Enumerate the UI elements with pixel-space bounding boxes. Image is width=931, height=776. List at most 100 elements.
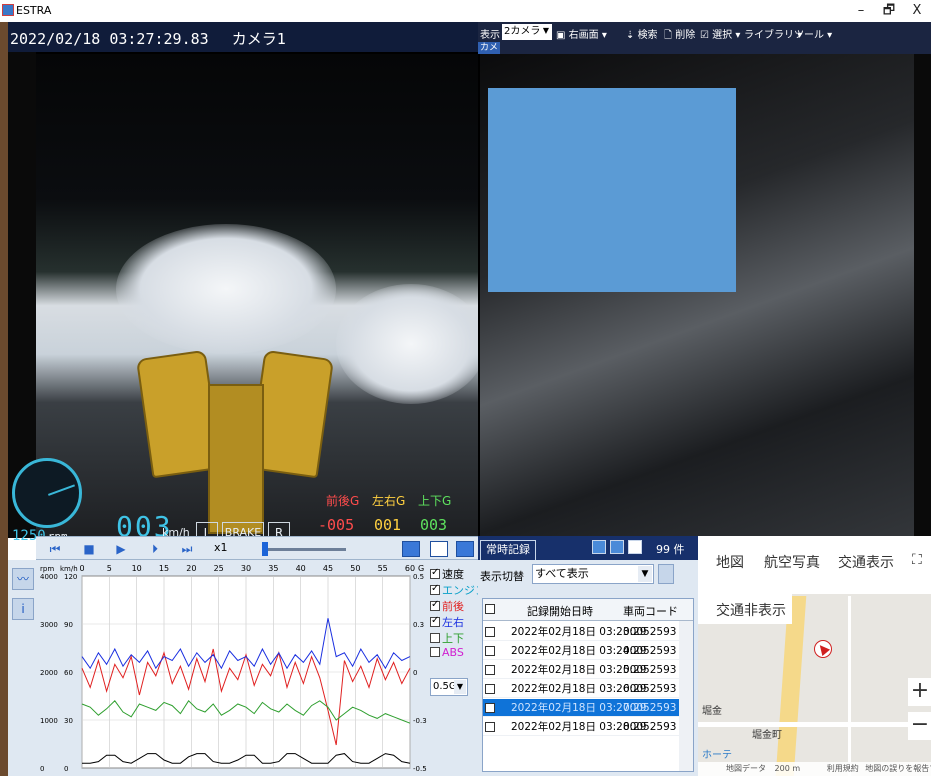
map-tabs: 地図 航空写真 交通表示 ⛶	[698, 536, 931, 594]
x-tick-label: 15	[159, 564, 169, 573]
legend-checkbox[interactable]	[430, 633, 440, 643]
legend-checkbox[interactable]	[430, 647, 440, 657]
camera-select[interactable]: 2カメラ ▼	[502, 24, 552, 40]
scrollbar[interactable]	[679, 621, 693, 771]
privacy-mask	[488, 88, 736, 292]
app-icon	[2, 4, 14, 16]
playback-speed[interactable]: x1	[214, 541, 228, 554]
play-icon[interactable]: ▶	[112, 541, 130, 557]
detail-view-icon[interactable]	[610, 540, 624, 554]
sensor-chart[interactable]: 0 5 10 15 20 25 30 35 40 45 50 55 60 Grpm km/h 4000 120 0…	[38, 560, 428, 776]
report-link[interactable]: 地図の誤りを報告する	[865, 764, 931, 773]
kmh-tick-label: 120	[64, 573, 77, 581]
maximize-button[interactable]: 🗗	[878, 2, 900, 20]
camera2-panel[interactable]: 表示 2カメラ ▼ ▣ 右画面 ▾ ⇣ 検索 🗋 削除 ☑ 選択 ▾ ライブラリ …	[478, 22, 931, 536]
toolbar: 表示 2カメラ ▼ ▣ 右画面 ▾ ⇣ 検索 🗋 削除 ☑ 選択 ▾ ライブラリ …	[478, 22, 931, 65]
close-button[interactable]: X	[906, 2, 928, 20]
log-row[interactable]: 2022年02月18日 03:27:29 00052593	[483, 699, 681, 717]
legend-label: 速度	[442, 568, 464, 581]
terms-link[interactable]: 利用規約	[827, 764, 859, 773]
zoom-out-button[interactable]: −	[908, 712, 931, 740]
log-row[interactable]: 2022年02月18日 03:26:29 00052593	[483, 680, 681, 698]
seek-handle[interactable]	[262, 542, 268, 556]
fullscreen-icon[interactable]: ⛶	[912, 552, 922, 568]
log-row[interactable]: 2022年02月18日 03:23:29 00052593	[483, 623, 681, 641]
export-icon[interactable]	[456, 541, 474, 557]
map-place-label: 堀金	[702, 706, 722, 717]
skip-start-icon[interactable]: ⏮	[46, 541, 64, 557]
legend-item[interactable]: 上下	[430, 630, 464, 645]
x-unit-label: G	[418, 564, 424, 573]
delete-button[interactable]: 🗋 削除	[664, 26, 695, 45]
row-checkbox[interactable]	[485, 627, 495, 637]
row-checkbox[interactable]	[485, 722, 495, 732]
view-menu[interactable]: 表示	[480, 26, 500, 41]
log-row[interactable]: 2022年02月18日 03:25:29 00052593	[483, 661, 681, 679]
zoom-in-button[interactable]: +	[908, 678, 931, 706]
legend-item[interactable]: 前後	[430, 598, 464, 613]
log-table-header: 記録開始日時 車両コード	[483, 599, 693, 621]
filter-list-icon[interactable]	[658, 564, 674, 584]
tools-menu[interactable]: ツール ▾	[794, 26, 832, 41]
map-data-credit: 地図データ	[726, 764, 766, 773]
tab-aerial[interactable]: 航空写真	[764, 552, 820, 572]
info-icon[interactable]: i	[12, 598, 34, 620]
log-row[interactable]: 2022年02月18日 03:24:29 00052593	[483, 642, 681, 660]
legend-item[interactable]: ABS	[430, 646, 464, 660]
row-checkbox[interactable]	[485, 646, 495, 656]
step-forward-icon[interactable]: ⏵	[146, 541, 164, 557]
rpm-tick-label: 3000	[40, 621, 58, 629]
playback-bar: ⏮ ■ ▶ ⏵ ⏭ x1	[36, 536, 478, 560]
legend-checkbox[interactable]	[430, 599, 440, 611]
waveform-icon[interactable]: 〰	[12, 568, 34, 590]
legend-checkbox[interactable]	[430, 567, 440, 579]
map-panel[interactable]: 地図 航空写真 交通表示 ⛶ 交通非表示 堀金 堀金町 ホーテ + − 地図デー…	[698, 536, 931, 776]
seek-track[interactable]	[262, 548, 346, 551]
window-icon[interactable]	[430, 541, 448, 557]
row-vehicle-code: 00052593	[623, 683, 677, 695]
volume-icon[interactable]	[402, 541, 420, 557]
select-all-checkbox[interactable]	[485, 604, 495, 614]
g-up-label: 上下G	[418, 494, 452, 508]
x-tick-label: 35	[268, 564, 278, 573]
x-tick-label: 55	[378, 564, 388, 573]
legend-item[interactable]: 左右	[430, 614, 464, 629]
row-checkbox[interactable]	[485, 684, 495, 694]
col-start-time[interactable]: 記録開始日時	[527, 603, 593, 619]
map-road	[698, 722, 931, 727]
map-footer: 地図データ 200 m 利用規約 地図の誤りを報告する	[698, 762, 931, 776]
camera1-panel[interactable]: 2022/02/18 03:27:29.83 カメラ1 1250rpm 003 …	[8, 22, 478, 544]
tab-map[interactable]: 地図	[716, 552, 744, 572]
g-scale-select[interactable]: 0.5G ▼	[430, 678, 468, 696]
row-checkbox[interactable]	[485, 665, 495, 675]
tab-traffic[interactable]: 交通表示	[838, 552, 894, 572]
col-vehicle-code[interactable]: 車両コード	[623, 603, 678, 619]
camera2-label: カメラ2	[478, 42, 500, 65]
g-tick-label: -0.5	[413, 765, 427, 773]
legend-label: ABS	[442, 646, 464, 659]
legend-item[interactable]: 速度	[430, 566, 464, 581]
legend-checkbox[interactable]	[430, 615, 440, 627]
record-count: 99 件	[656, 543, 685, 556]
select-menu[interactable]: ☑ 選択 ▾	[700, 26, 740, 41]
list-view-icon[interactable]	[592, 540, 606, 554]
traffic-hide-button[interactable]: 交通非表示	[698, 594, 792, 624]
skip-end-icon[interactable]: ⏭	[178, 541, 196, 557]
g-side-value: 001	[374, 516, 402, 534]
right-screen-menu[interactable]: ▣ 右画面 ▾	[556, 26, 607, 41]
minimize-button[interactable]: –	[850, 2, 872, 20]
row-checkbox[interactable]	[485, 703, 495, 713]
legend-checkbox[interactable]	[430, 583, 440, 595]
camera2-video[interactable]	[480, 54, 914, 536]
search-button[interactable]: ⇣ 検索	[626, 26, 658, 41]
rpm-tick-label: 2000	[40, 669, 58, 677]
window-icon[interactable]	[628, 540, 642, 554]
tab-continuous-recording[interactable]: 常時記録	[480, 540, 536, 560]
filter-select[interactable]: すべて表示 ▼	[532, 564, 654, 584]
log-tab-bar: 常時記録 99 件	[478, 536, 698, 560]
stop-icon[interactable]: ■	[80, 541, 98, 557]
x-tick-label: 25	[214, 564, 224, 573]
camera2-border	[914, 54, 931, 536]
log-row[interactable]: 2022年02月18日 03:28:29 00052593	[483, 718, 681, 736]
row-vehicle-code: 00052593	[623, 702, 677, 714]
